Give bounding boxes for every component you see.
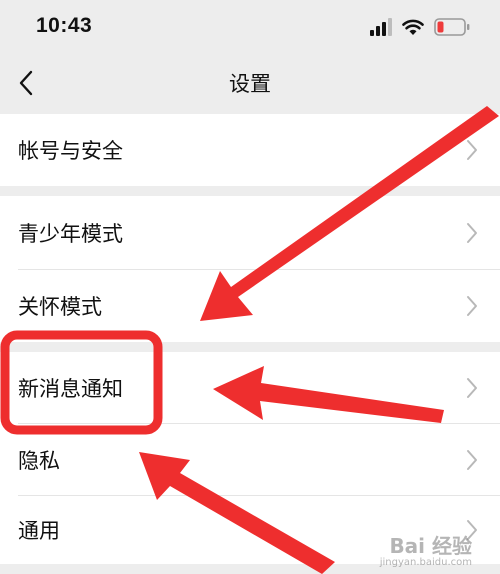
chevron-right-icon (467, 378, 477, 398)
settings-item-label: 通用 (18, 519, 60, 543)
page-title: 设置 (229, 72, 271, 96)
wifi-icon (402, 19, 424, 35)
signal-icon (370, 18, 392, 36)
watermark-sub: jingyan.baidu.com (379, 557, 472, 568)
settings-item-label: 青少年模式 (18, 222, 123, 246)
settings-screen: 10:43 设置 帐号与安全 青少年模式 关怀模式 新消息通知 隐私 通用 Ba… (0, 0, 500, 574)
settings-item-label: 新消息通知 (18, 377, 123, 401)
chevron-right-icon (467, 140, 477, 160)
nav-bar: 设置 (0, 54, 500, 112)
status-bar: 10:43 (0, 0, 500, 54)
settings-item-label: 隐私 (18, 449, 60, 473)
status-time: 10:43 (36, 14, 93, 37)
settings-item-privacy[interactable]: 隐私 (0, 424, 500, 496)
chevron-right-icon (467, 450, 477, 470)
status-icons (370, 16, 470, 38)
settings-item-label: 关怀模式 (18, 295, 102, 319)
battery-icon (434, 18, 470, 36)
watermark-main: Bai 经验 (389, 534, 472, 558)
settings-item-new-message-notification[interactable]: 新消息通知 (0, 352, 500, 424)
settings-item-care-mode[interactable]: 关怀模式 (0, 270, 500, 342)
settings-item-account-security[interactable]: 帐号与安全 (0, 114, 500, 186)
watermark: Bai 经验 jingyan.baidu.com (380, 530, 472, 568)
settings-item-teen-mode[interactable]: 青少年模式 (0, 196, 500, 270)
chevron-right-icon (467, 223, 477, 243)
settings-item-label: 帐号与安全 (18, 139, 123, 163)
chevron-right-icon (467, 296, 477, 316)
